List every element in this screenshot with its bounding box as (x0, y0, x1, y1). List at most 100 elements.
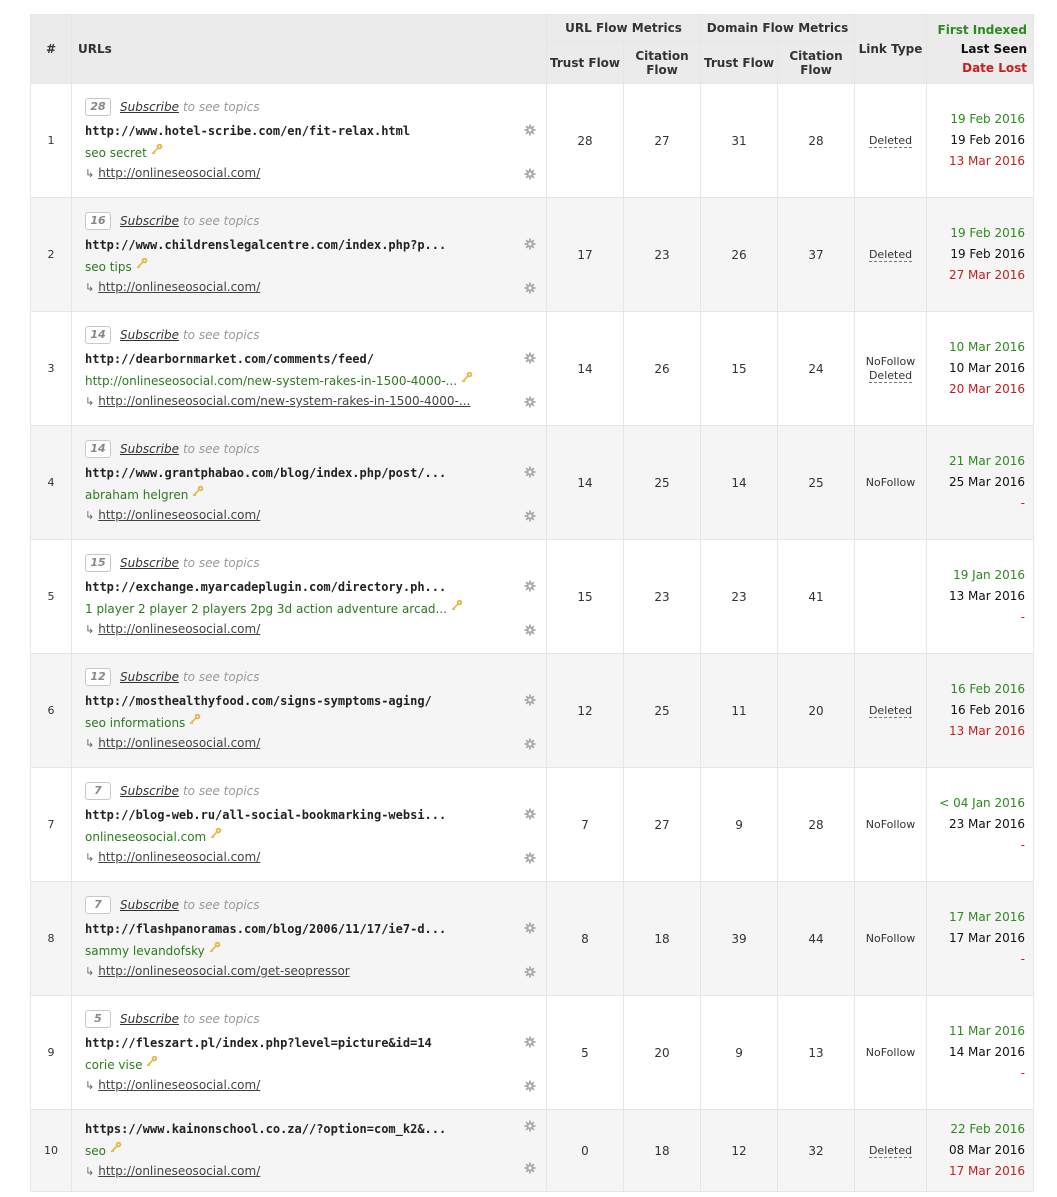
see-topics-text: to see topics (182, 898, 260, 912)
topic-line: 7 Subscribe to see topics (85, 895, 516, 915)
target-url-link[interactable]: http://onlineseosocial.com/ (98, 736, 260, 750)
gear-icon[interactable] (524, 966, 536, 978)
see-topics-text: to see topics (182, 100, 260, 114)
gear-icon[interactable] (524, 922, 536, 934)
table-row: 10 https://www.kainonschool.co.za//?opti… (30, 1109, 1035, 1192)
url-citation-flow: 23 (622, 539, 702, 654)
target-url-link[interactable]: http://onlineseosocial.com/ (98, 1164, 260, 1178)
last-seen-date: 10 Mar 2016 (948, 361, 1026, 375)
key-icon (110, 1139, 122, 1153)
gear-icon[interactable] (524, 396, 536, 408)
gear-icon[interactable] (524, 510, 536, 522)
url-cell: https://www.kainonschool.co.za//?option=… (71, 1109, 547, 1192)
url-cell: 5 Subscribe to see topics http://fleszar… (71, 995, 547, 1110)
target-line: ↳ http://onlineseosocial.com/ (85, 162, 516, 184)
subscribe-link[interactable]: Subscribe (120, 1012, 179, 1026)
gear-icon[interactable] (524, 466, 536, 478)
source-url-link[interactable]: http://flashpanoramas.com/blog/2006/11/1… (85, 919, 516, 939)
anchor-text: abraham helgren (85, 488, 189, 502)
subscribe-link[interactable]: Subscribe (120, 328, 179, 342)
target-line: ↳ http://onlineseosocial.com/ (85, 846, 516, 868)
header-url-trust-flow: Trust Flow (546, 41, 624, 84)
gear-icon[interactable] (524, 1162, 536, 1174)
date-lost: 13 Mar 2016 (948, 154, 1026, 168)
subscribe-link[interactable]: Subscribe (120, 898, 179, 912)
subscribe-link[interactable]: Subscribe (120, 442, 179, 456)
last-seen-date: 08 Mar 2016 (948, 1143, 1026, 1157)
target-url-link[interactable]: http://onlineseosocial.com/new-system-ra… (98, 394, 470, 408)
source-url-link[interactable]: http://fleszart.pl/index.php?level=pictu… (85, 1033, 516, 1053)
source-url-link[interactable]: http://exchange.myarcadeplugin.com/direc… (85, 577, 516, 597)
link-type-cell: NoFollow (854, 767, 928, 882)
domain-trust-flow: 23 (700, 539, 779, 654)
target-url-link[interactable]: http://onlineseosocial.com/ (98, 166, 260, 180)
source-url-link[interactable]: http://www.childrenslegalcentre.com/inde… (85, 235, 516, 255)
trust-flow-badge: 28 (85, 98, 111, 116)
gear-icon[interactable] (524, 124, 536, 136)
subscribe-link[interactable]: Subscribe (120, 670, 179, 684)
source-url-link[interactable]: http://dearbornmarket.com/comments/feed/ (85, 349, 516, 369)
link-type-cell: NoFollow Deleted (854, 311, 928, 426)
last-seen-date: 14 Mar 2016 (948, 1045, 1026, 1059)
target-line: ↳ http://onlineseosocial.com/get-seopress… (85, 960, 516, 982)
source-url-link[interactable]: http://www.hotel-scribe.com/en/fit-relax… (85, 121, 516, 141)
gear-icon[interactable] (524, 1036, 536, 1048)
date-lost: - (1020, 952, 1026, 966)
dates-cell: 17 Mar 2016 17 Mar 2016 - (926, 881, 1035, 996)
gear-icon[interactable] (524, 738, 536, 750)
link-type-label: NoFollow (865, 817, 916, 831)
backlinks-table: # URLs URL Flow Metrics Domain Flow Metr… (30, 14, 1035, 1192)
target-line: ↳ http://onlineseosocial.com/ (85, 1074, 516, 1096)
gear-icon[interactable] (524, 624, 536, 636)
link-type-label: Deleted (868, 133, 913, 148)
gear-icon[interactable] (524, 808, 536, 820)
source-url-link[interactable]: http://mosthealthyfood.com/signs-symptom… (85, 691, 516, 711)
dates-cell: 22 Feb 2016 08 Mar 2016 17 Mar 2016 (926, 1109, 1035, 1192)
target-url-link[interactable]: http://onlineseosocial.com/ (98, 850, 260, 864)
date-lost: 20 Mar 2016 (948, 382, 1026, 396)
gear-icon[interactable] (524, 1080, 536, 1092)
target-url-link[interactable]: http://onlineseosocial.com/ (98, 1078, 260, 1092)
url-cell: 14 Subscribe to see topics http://dearbo… (71, 311, 547, 426)
key-icon (461, 369, 473, 383)
source-url-link[interactable]: https://www.kainonschool.co.za//?option=… (85, 1119, 516, 1139)
row-number: 6 (30, 653, 72, 768)
gear-icon[interactable] (524, 282, 536, 294)
subscribe-link[interactable]: Subscribe (120, 784, 179, 798)
link-type-cell: NoFollow (854, 425, 928, 540)
url-citation-flow: 23 (622, 197, 702, 312)
date-lost: 17 Mar 2016 (948, 1164, 1026, 1178)
url-citation-flow: 20 (622, 995, 702, 1110)
gear-icon[interactable] (524, 580, 536, 592)
gear-icon[interactable] (524, 852, 536, 864)
redirect-arrow-icon: ↳ (85, 737, 95, 750)
see-topics-text: to see topics (182, 556, 260, 570)
subscribe-link[interactable]: Subscribe (120, 556, 179, 570)
see-topics-text: to see topics (182, 784, 260, 798)
source-url-link[interactable]: http://blog-web.ru/all-social-bookmarkin… (85, 805, 516, 825)
header-dates: First Indexed Last Seen Date Lost (926, 14, 1035, 84)
link-type-label: NoFollow (865, 931, 916, 945)
target-url-link[interactable]: http://onlineseosocial.com/ (98, 280, 260, 294)
url-citation-flow: 27 (622, 767, 702, 882)
topic-line: 15 Subscribe to see topics (85, 553, 516, 573)
domain-trust-flow: 12 (700, 1109, 779, 1192)
gear-icon[interactable] (524, 694, 536, 706)
url-cell: 15 Subscribe to see topics http://exchan… (71, 539, 547, 654)
target-url-link[interactable]: http://onlineseosocial.com/ (98, 508, 260, 522)
gear-icon[interactable] (524, 352, 536, 364)
gear-icon[interactable] (524, 1120, 536, 1132)
last-seen-date: 13 Mar 2016 (948, 589, 1026, 603)
key-icon (451, 597, 463, 611)
source-url-link[interactable]: http://www.grantphabao.com/blog/index.ph… (85, 463, 516, 483)
gear-icon[interactable] (524, 238, 536, 250)
url-citation-flow: 18 (622, 881, 702, 996)
subscribe-link[interactable]: Subscribe (120, 214, 179, 228)
gear-icon[interactable] (524, 168, 536, 180)
subscribe-link[interactable]: Subscribe (120, 100, 179, 114)
link-type-label: Deleted (868, 703, 913, 718)
target-url-link[interactable]: http://onlineseosocial.com/ (98, 622, 260, 636)
redirect-arrow-icon: ↳ (85, 965, 95, 978)
row-number: 9 (30, 995, 72, 1110)
target-url-link[interactable]: http://onlineseosocial.com/get-seopresso… (98, 964, 350, 978)
